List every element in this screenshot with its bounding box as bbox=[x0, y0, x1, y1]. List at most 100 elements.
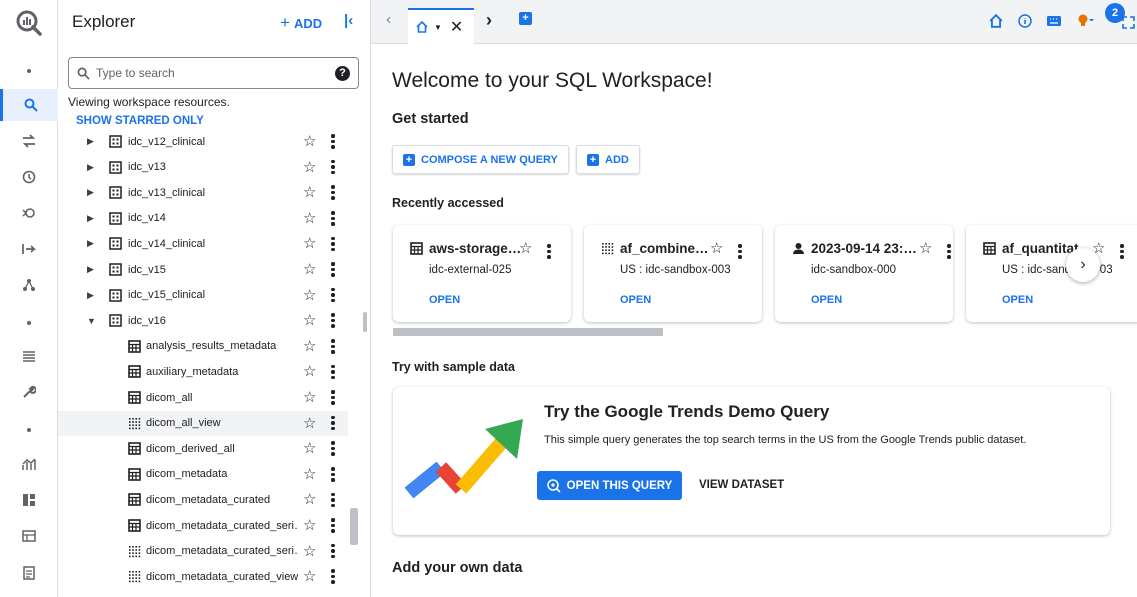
transfers-icon[interactable] bbox=[0, 125, 58, 157]
scheduled-queries-icon[interactable] bbox=[0, 197, 58, 229]
table-view-icon[interactable] bbox=[0, 520, 58, 552]
tree-row[interactable]: dicom_metadata_curated_seri… ☆ bbox=[58, 513, 348, 538]
more-options-icon[interactable] bbox=[331, 518, 335, 533]
tree-row[interactable]: analysis_results_metadata ☆ bbox=[58, 334, 348, 359]
rail-dot-icon[interactable] bbox=[0, 307, 58, 339]
keyboard-icon[interactable] bbox=[1046, 14, 1062, 31]
star-icon[interactable]: ☆ bbox=[303, 185, 316, 200]
release-notes-icon[interactable] bbox=[0, 557, 58, 589]
monitoring-icon[interactable] bbox=[0, 448, 58, 480]
recent-card[interactable]: af_quantitat ☆ US : idc-sandbox-003 OPEN bbox=[966, 225, 1137, 322]
recent-card-open-button[interactable]: OPEN bbox=[429, 294, 460, 306]
collapse-arrow-icon[interactable]: ▶ bbox=[87, 264, 97, 275]
new-tab-icon[interactable]: + bbox=[519, 12, 532, 25]
wrench-icon[interactable] bbox=[0, 376, 58, 408]
graph-icon[interactable] bbox=[0, 269, 58, 301]
tree-row[interactable]: auxiliary_metadata ☆ bbox=[58, 359, 348, 384]
star-icon[interactable]: ☆ bbox=[303, 441, 316, 456]
star-icon[interactable]: ☆ bbox=[303, 544, 316, 559]
more-options-icon[interactable] bbox=[331, 492, 335, 508]
info-icon[interactable] bbox=[1018, 14, 1032, 31]
tree-row[interactable]: ▶ idc_v15 ☆ bbox=[58, 257, 348, 282]
star-icon[interactable]: ☆ bbox=[303, 211, 316, 226]
explorer-add-button[interactable]: + ADD bbox=[280, 13, 322, 33]
star-icon[interactable]: ☆ bbox=[303, 160, 316, 175]
tree-row[interactable]: ▶ idc_v13 ☆ bbox=[58, 155, 348, 180]
more-options-icon[interactable] bbox=[331, 134, 335, 149]
history-icon[interactable] bbox=[0, 161, 58, 193]
tree-row[interactable]: dicom_metadata_curated ☆ bbox=[58, 487, 348, 512]
star-icon[interactable]: ☆ bbox=[303, 313, 316, 328]
collapse-panel-icon[interactable]: |‹ bbox=[344, 12, 353, 29]
collapse-arrow-icon[interactable]: ▶ bbox=[87, 187, 97, 198]
recent-card[interactable]: af_combine… ☆ US : idc-sandbox-003 OPEN bbox=[584, 225, 762, 322]
add-data-button[interactable]: + ADD bbox=[576, 145, 640, 174]
tab-scroll-left-icon[interactable]: ‹ bbox=[386, 11, 391, 29]
more-options-icon[interactable] bbox=[947, 244, 951, 259]
more-options-icon[interactable] bbox=[547, 244, 551, 259]
tree-row[interactable]: ▶ idc_v15_clinical ☆ bbox=[58, 283, 348, 308]
search-input[interactable] bbox=[96, 66, 335, 80]
more-options-icon[interactable] bbox=[331, 415, 335, 431]
more-options-icon[interactable] bbox=[738, 244, 742, 259]
dataflow-icon[interactable] bbox=[0, 233, 58, 265]
tree-row[interactable]: dicom_derived_all ☆ bbox=[58, 436, 348, 461]
star-icon[interactable]: ☆ bbox=[710, 239, 723, 257]
star-icon[interactable]: ☆ bbox=[919, 239, 932, 257]
collapse-arrow-icon[interactable]: ▶ bbox=[87, 238, 97, 249]
chevron-down-icon[interactable]: ▼ bbox=[434, 23, 442, 32]
view-dataset-button[interactable]: VIEW DATASET bbox=[699, 479, 784, 491]
star-icon[interactable]: ☆ bbox=[303, 416, 316, 431]
rail-dot-icon[interactable] bbox=[0, 414, 58, 446]
recent-card[interactable]: 2023-09-14 23:… ☆ idc-sandbox-000 OPEN bbox=[775, 225, 953, 322]
star-icon[interactable]: ☆ bbox=[303, 467, 316, 482]
more-options-icon[interactable] bbox=[331, 390, 335, 405]
home-nav-icon[interactable] bbox=[989, 13, 1003, 31]
recent-card[interactable]: aws-storage… ☆ idc-external-025 OPEN bbox=[393, 225, 571, 322]
scrollbar-thumb[interactable] bbox=[350, 508, 358, 545]
more-options-icon[interactable] bbox=[331, 313, 335, 328]
tree-row[interactable]: ▶ idc_v14 ☆ bbox=[58, 206, 348, 231]
star-icon[interactable]: ☆ bbox=[303, 569, 316, 584]
more-options-icon[interactable] bbox=[331, 339, 335, 354]
star-icon[interactable]: ☆ bbox=[519, 239, 532, 257]
dashboard-icon[interactable] bbox=[0, 484, 58, 516]
star-icon[interactable]: ☆ bbox=[303, 518, 316, 533]
tree-row[interactable]: dicom_all_view ☆ bbox=[58, 410, 348, 436]
more-options-icon[interactable] bbox=[331, 467, 335, 482]
collapse-arrow-icon[interactable]: ▶ bbox=[87, 213, 97, 224]
tree-row[interactable]: ▶ idc_v13_clinical ☆ bbox=[58, 180, 348, 205]
rail-search-icon[interactable] bbox=[0, 89, 58, 121]
star-icon[interactable]: ☆ bbox=[303, 339, 316, 354]
show-starred-button[interactable]: SHOW STARRED ONLY bbox=[76, 115, 204, 127]
star-icon[interactable]: ☆ bbox=[303, 492, 316, 507]
explorer-search[interactable]: ? bbox=[68, 57, 359, 89]
tree-row[interactable]: ▶ idc_v12_clinical ☆ bbox=[58, 130, 348, 154]
star-icon[interactable]: ☆ bbox=[303, 390, 316, 405]
star-icon[interactable]: ☆ bbox=[303, 236, 316, 251]
recent-card-open-button[interactable]: OPEN bbox=[1002, 294, 1033, 306]
close-icon[interactable]: ✕ bbox=[450, 17, 463, 37]
carousel-scrollbar[interactable] bbox=[393, 328, 663, 336]
tab-home[interactable]: ▼ ✕ bbox=[408, 8, 474, 44]
more-options-icon[interactable] bbox=[331, 543, 335, 559]
more-options-icon[interactable] bbox=[331, 211, 335, 226]
tree-row[interactable]: ▼ idc_v16 ☆ bbox=[58, 308, 348, 333]
recent-card-open-button[interactable]: OPEN bbox=[811, 294, 842, 306]
lightbulb-icon[interactable] bbox=[1077, 13, 1095, 32]
recent-card-open-button[interactable]: OPEN bbox=[620, 294, 651, 306]
tree-row[interactable]: dicom_metadata_curated_seri… ☆ bbox=[58, 539, 348, 564]
fullscreen-icon[interactable] bbox=[1122, 16, 1135, 32]
rail-dot-icon[interactable] bbox=[0, 55, 58, 87]
collapse-arrow-icon[interactable]: ▶ bbox=[87, 162, 97, 173]
star-icon[interactable]: ☆ bbox=[303, 288, 316, 303]
more-options-icon[interactable] bbox=[331, 569, 335, 584]
more-options-icon[interactable] bbox=[1120, 244, 1124, 259]
more-options-icon[interactable] bbox=[331, 441, 335, 456]
collapse-arrow-icon[interactable]: ▶ bbox=[87, 290, 97, 301]
more-options-icon[interactable] bbox=[331, 185, 335, 200]
star-icon[interactable]: ☆ bbox=[303, 262, 316, 277]
star-icon[interactable]: ☆ bbox=[303, 364, 316, 379]
star-icon[interactable]: ☆ bbox=[303, 134, 316, 149]
tree-row[interactable]: dicom_metadata ☆ bbox=[58, 462, 348, 487]
